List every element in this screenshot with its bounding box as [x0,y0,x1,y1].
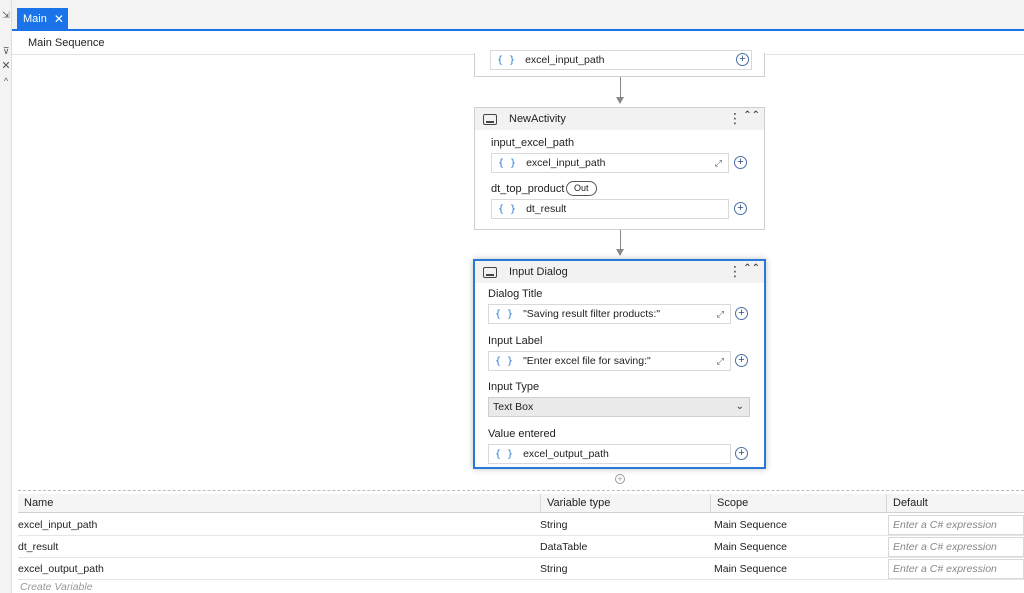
collapse-icon[interactable]: ⌃⌃ [743,264,760,274]
activity-title: Input Dialog [509,266,568,278]
expression-icon: { } [495,355,514,367]
input-type-label: Input Type [488,381,540,393]
expression-icon: { } [498,157,517,169]
input-excel-path-field[interactable]: { } excel_input_path ⤢ [491,153,729,173]
add-icon[interactable]: + [735,447,748,460]
direction-badge: Out [566,181,597,196]
close-icon[interactable]: ✕ [1,59,11,72]
variable-type[interactable]: String [540,558,567,580]
variable-type[interactable]: String [540,514,567,536]
close-icon[interactable]: ✕ [54,13,64,25]
add-icon[interactable]: + [734,202,747,215]
column-header-scope[interactable]: Scope [710,494,886,513]
tab-main[interactable]: Main ✕ [17,8,68,29]
value-entered-label: Value entered [488,428,556,440]
add-icon[interactable]: + [736,53,749,66]
expand-icon[interactable]: ⤢ [717,356,724,367]
variable-name[interactable]: excel_input_path [18,514,97,536]
expression-icon: { } [495,308,514,320]
column-header-default[interactable]: Default [886,494,1024,513]
variable-name[interactable]: excel_output_path [18,558,104,580]
field-value: "Saving result filter products:" [523,308,661,320]
expand-icon[interactable]: ⤢ [717,309,724,320]
variable-row[interactable]: excel_input_path String Main Sequence En… [18,514,1024,536]
variables-panel: Name Variable type Scope Default excel_i… [18,490,1024,593]
add-icon[interactable]: + [735,307,748,320]
activity-card-input-dialog[interactable]: Input Dialog ⋮ ⌃⌃ Dialog Title { } "Savi… [473,259,766,469]
add-activity-icon[interactable]: + [615,474,625,484]
activity-header[interactable]: Input Dialog ⋮ ⌃⌃ [475,261,764,283]
dialog-title-field[interactable]: { } "Saving result filter products:" ⤢ [488,304,731,324]
expand-icon[interactable]: ⤢ [715,158,722,169]
more-options-icon[interactable]: ⋮ [728,111,742,125]
variable-row[interactable]: dt_result DataTable Main Sequence Enter … [18,536,1024,558]
arrow-down-icon [616,249,624,256]
dt-top-product-field[interactable]: { } dt_result [491,199,729,219]
variable-default-input[interactable]: Enter a C# expression [888,515,1024,535]
input-label-field[interactable]: { } "Enter excel file for saving:" ⤢ [488,351,731,371]
add-icon[interactable]: + [735,354,748,367]
expression-icon: { } [498,203,517,215]
input-type-select[interactable]: Text Box ⌄ [488,397,750,417]
argument-field[interactable]: { } excel_input_path [490,50,752,70]
field-value: dt_result [526,203,567,215]
expression-icon: { } [497,54,516,66]
variable-default-input[interactable]: Enter a C# expression [888,559,1024,579]
tab-bar: Main ✕ [12,0,1024,31]
chevron-down-icon: ⌄ [735,401,744,412]
collapse-icon[interactable]: ⌃⌃ [743,111,760,121]
create-variable-link[interactable]: Create Variable [20,581,93,593]
pin-icon[interactable]: ⇲ [1,10,11,21]
activity-card-previous[interactable]: { } excel_input_path + [474,50,765,77]
field-value: excel_input_path [525,54,605,66]
add-icon[interactable]: + [734,156,747,169]
expression-icon: { } [495,448,514,460]
input-label-label: Input Label [488,335,543,347]
connector-line [620,77,621,97]
select-value: Text Box [493,401,534,413]
field-value: excel_output_path [523,448,609,460]
activity-header[interactable]: NewActivity ⋮ ⌃⌃ [475,108,764,130]
arrow-down-icon [616,97,624,104]
left-gutter: ⇲ ⊽ ✕ ^ [0,0,12,593]
activity-card-newactivity[interactable]: NewActivity ⋮ ⌃⌃ input_excel_path { } ex… [474,107,765,230]
variable-row[interactable]: excel_output_path String Main Sequence E… [18,558,1024,580]
field-value: excel_input_path [526,157,606,169]
variable-name[interactable]: dt_result [18,536,58,558]
breadcrumb-label: Main Sequence [28,36,105,49]
activity-title: NewActivity [509,113,566,125]
field-value: "Enter excel file for saving:" [523,355,651,367]
chevron-up-icon[interactable]: ^ [1,76,11,86]
connector-line [620,230,621,250]
column-header-name[interactable]: Name [18,494,540,513]
argument-label: dt_top_product [491,183,565,195]
designer-canvas[interactable]: { } excel_input_path + NewActivity ⋮ ⌃⌃ … [18,50,1024,489]
activity-icon [483,113,497,125]
variable-default-input[interactable]: Enter a C# expression [888,537,1024,557]
tab-label: Main [23,12,47,25]
variable-scope[interactable]: Main Sequence [714,558,787,580]
dropdown-icon[interactable]: ⊽ [1,46,11,57]
dialog-title-label: Dialog Title [488,288,543,300]
variables-header: Name Variable type Scope Default [18,494,1024,513]
variable-type[interactable]: DataTable [540,536,587,558]
variable-scope[interactable]: Main Sequence [714,536,787,558]
dialog-icon [483,266,497,278]
more-options-icon[interactable]: ⋮ [728,264,742,278]
variable-scope[interactable]: Main Sequence [714,514,787,536]
value-entered-field[interactable]: { } excel_output_path [488,444,731,464]
argument-label: input_excel_path [491,137,575,149]
column-header-type[interactable]: Variable type [540,494,710,513]
